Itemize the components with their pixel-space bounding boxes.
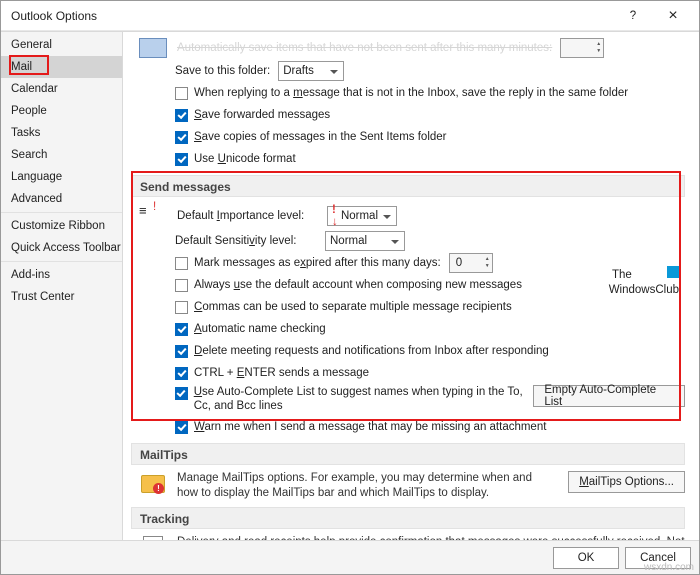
tracking-row: Delivery and read receipts help provide … bbox=[135, 535, 685, 540]
save-sent-row: Save copies of messages in the Sent Item… bbox=[175, 127, 685, 147]
priority-icon: ≡! bbox=[139, 203, 169, 229]
options-window: Outlook Options ? × General Mail Calenda… bbox=[0, 0, 700, 575]
save-forwarded-label: Save forwarded messages bbox=[194, 109, 330, 121]
mailtips-row: Manage MailTips options. For example, yo… bbox=[135, 471, 685, 501]
help-button[interactable]: ? bbox=[613, 2, 653, 30]
sidebar-item-people[interactable]: People bbox=[1, 100, 122, 122]
commas-row: Commas can be used to separate multiple … bbox=[175, 297, 685, 317]
warn-attachment-row: Warn me when I send a message that may b… bbox=[175, 417, 685, 437]
window-title: Outlook Options bbox=[11, 9, 613, 23]
autoname-row: Automatic name checking bbox=[175, 319, 685, 339]
importance-label: Default Importance level: bbox=[177, 210, 327, 222]
sensitivity-row: Default Sensitivity level: Normal bbox=[175, 231, 685, 251]
footer: OK Cancel bbox=[1, 540, 699, 574]
sidebar-item-language[interactable]: Language bbox=[1, 166, 122, 188]
save-sent-checkbox[interactable] bbox=[175, 131, 188, 144]
reply-same-folder-label: When replying to a message that is not i… bbox=[194, 87, 628, 99]
default-account-label: Always use the default account when comp… bbox=[194, 279, 522, 291]
sidebar-separator bbox=[1, 212, 122, 213]
watermark-windowsclub: The WindowsClub bbox=[609, 266, 679, 298]
commas-checkbox[interactable] bbox=[175, 301, 188, 314]
content-pane: Automatically save items that have not b… bbox=[123, 32, 699, 540]
body: General Mail Calendar People Tasks Searc… bbox=[1, 31, 699, 540]
watermark-wsxdn: wsxdn.com bbox=[644, 562, 694, 573]
ctrl-enter-label: CTRL + ENTER sends a message bbox=[194, 367, 369, 379]
sidebar-item-search[interactable]: Search bbox=[1, 144, 122, 166]
unicode-label: Use Unicode format bbox=[194, 153, 296, 165]
expire-checkbox[interactable] bbox=[175, 257, 188, 270]
save-icon bbox=[139, 38, 167, 58]
save-sent-label: Save copies of messages in the Sent Item… bbox=[194, 131, 447, 143]
delete-meeting-checkbox[interactable] bbox=[175, 345, 188, 358]
mailtips-options-button[interactable]: MailTips Options... bbox=[568, 471, 685, 493]
windowsclub-icon bbox=[667, 266, 679, 278]
reply-same-folder-checkbox[interactable] bbox=[175, 87, 188, 100]
importance-row: ≡! Default Importance level: !↓Normal bbox=[135, 203, 685, 229]
autosave-row: Automatically save items that have not b… bbox=[135, 38, 685, 58]
expire-days-spinner[interactable]: 0 bbox=[449, 253, 493, 273]
mailtips-desc: Manage MailTips options. For example, yo… bbox=[177, 471, 547, 501]
save-forwarded-checkbox[interactable] bbox=[175, 109, 188, 122]
send-messages-header: Send messages bbox=[131, 175, 685, 197]
warn-attachment-label: Warn me when I send a message that may b… bbox=[194, 421, 546, 433]
sidebar-item-advanced[interactable]: Advanced bbox=[1, 188, 122, 210]
tracking-desc: Delivery and read receipts help provide … bbox=[177, 535, 685, 540]
sidebar-item-calendar[interactable]: Calendar bbox=[1, 78, 122, 100]
autosave-minutes-spinner[interactable] bbox=[560, 38, 604, 58]
sensitivity-label: Default Sensitivity level: bbox=[175, 235, 325, 247]
tracking-icon bbox=[139, 535, 169, 540]
importance-icon: !↓ bbox=[332, 204, 338, 228]
ctrl-enter-row: CTRL + ENTER sends a message bbox=[175, 363, 685, 383]
ok-button[interactable]: OK bbox=[553, 547, 619, 569]
reply-same-folder-row: When replying to a message that is not i… bbox=[175, 83, 685, 103]
mailtips-icon bbox=[139, 471, 169, 497]
unicode-row: Use Unicode format bbox=[175, 149, 685, 169]
sidebar-separator bbox=[1, 261, 122, 262]
importance-select[interactable]: !↓Normal bbox=[327, 206, 397, 226]
sidebar-item-addins[interactable]: Add-ins bbox=[1, 264, 122, 286]
autoname-label: Automatic name checking bbox=[194, 323, 326, 335]
autocomplete-checkbox[interactable] bbox=[175, 387, 188, 400]
save-forwarded-row: Save forwarded messages bbox=[175, 105, 685, 125]
warn-attachment-checkbox[interactable] bbox=[175, 421, 188, 434]
save-folder-row: Save to this folder: Drafts bbox=[175, 60, 685, 82]
sidebar-item-mail[interactable]: Mail bbox=[1, 56, 122, 78]
empty-autocomplete-button[interactable]: Empty Auto-Complete List bbox=[533, 385, 685, 407]
sidebar-item-tasks[interactable]: Tasks bbox=[1, 122, 122, 144]
sidebar-item-general[interactable]: General bbox=[1, 34, 122, 56]
sidebar: General Mail Calendar People Tasks Searc… bbox=[1, 32, 123, 540]
default-account-checkbox[interactable] bbox=[175, 279, 188, 292]
titlebar: Outlook Options ? × bbox=[1, 1, 699, 31]
save-folder-select[interactable]: Drafts bbox=[278, 61, 344, 81]
save-folder-label: Save to this folder: bbox=[175, 65, 270, 77]
sensitivity-select[interactable]: Normal bbox=[325, 231, 405, 251]
commas-label: Commas can be used to separate multiple … bbox=[194, 301, 512, 313]
tracking-header: Tracking bbox=[131, 507, 685, 529]
autosave-label: Automatically save items that have not b… bbox=[177, 42, 552, 54]
delete-meeting-row: Delete meeting requests and notification… bbox=[175, 341, 685, 361]
sidebar-item-qat[interactable]: Quick Access Toolbar bbox=[1, 237, 122, 259]
unicode-checkbox[interactable] bbox=[175, 153, 188, 166]
autocomplete-label: Use Auto-Complete List to suggest names … bbox=[194, 385, 526, 413]
mailtips-header: MailTips bbox=[131, 443, 685, 465]
expire-label: Mark messages as expired after this many… bbox=[194, 257, 441, 269]
close-button[interactable]: × bbox=[653, 2, 693, 30]
ctrl-enter-checkbox[interactable] bbox=[175, 367, 188, 380]
autoname-checkbox[interactable] bbox=[175, 323, 188, 336]
sidebar-item-trust-center[interactable]: Trust Center bbox=[1, 286, 122, 308]
autocomplete-row: Use Auto-Complete List to suggest names … bbox=[175, 385, 685, 415]
delete-meeting-label: Delete meeting requests and notification… bbox=[194, 345, 549, 357]
sidebar-item-customize-ribbon[interactable]: Customize Ribbon bbox=[1, 215, 122, 237]
